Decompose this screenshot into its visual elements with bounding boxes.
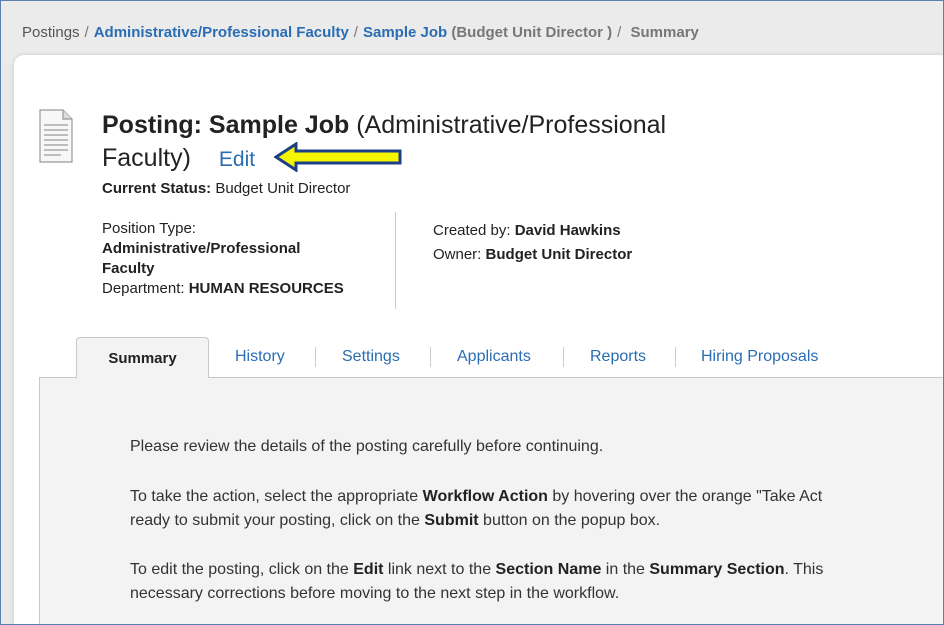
tab-settings[interactable]: Settings (342, 348, 400, 366)
details-divider (395, 212, 396, 309)
page-title: Posting: Sample Job (Administrative/Prof… (102, 109, 722, 176)
position-type-label: Position Type: (102, 220, 196, 237)
department-label: Department: (102, 280, 185, 297)
breadcrumb-job-link[interactable]: Sample Job (363, 24, 447, 41)
tab-history[interactable]: History (235, 348, 285, 366)
submit-text: Submit (424, 512, 479, 529)
position-type-value: Administrative/Professional Faculty (102, 240, 301, 277)
instruction-workflow: To take the action, select the appropria… (130, 485, 822, 533)
department-value: HUMAN RESOURCES (188, 280, 344, 297)
owner-label: Owner: (433, 246, 482, 263)
tab-reports[interactable]: Reports (590, 348, 646, 366)
title-prefix: Posting: Sample Job (102, 111, 350, 139)
status-value: Budget Unit Director (215, 180, 351, 197)
section-name-text: Section Name (495, 561, 602, 578)
tab-separator (563, 347, 564, 367)
created-by-label: Created by: (433, 222, 511, 239)
tab-separator (675, 347, 676, 367)
instruction-edit: To edit the posting, click on the Edit l… (130, 558, 823, 606)
document-icon (39, 109, 73, 163)
workflow-action-text: Workflow Action (422, 488, 548, 505)
screenshot-frame: Postings / Administrative/Professional Fac… (0, 0, 944, 625)
instruction-review: Please review the details of the posting… (130, 438, 604, 455)
created-by-value: David Hawkins (514, 222, 621, 239)
arrow-pointer-icon (274, 142, 402, 172)
current-status: Current Status: Budget Unit Director (102, 180, 350, 197)
text: ready to submit your posting, click on t… (130, 512, 425, 529)
text: To edit the posting, click on the (130, 561, 354, 578)
status-label: Current Status: (102, 180, 212, 197)
breadcrumb-root[interactable]: Postings (22, 24, 80, 41)
text: in the (601, 561, 650, 578)
text: by hovering over the orange "Take Act (547, 488, 823, 505)
breadcrumb-category-link[interactable]: Administrative/Professional Faculty (94, 24, 349, 41)
breadcrumb-current: Summary (630, 24, 699, 41)
summary-section-text: Summary Section (649, 561, 785, 578)
text: . This (784, 561, 824, 578)
owner-value: Budget Unit Director (485, 246, 633, 263)
tab-separator (430, 347, 431, 367)
title-suffix-line1: (Administrative/Professional (356, 111, 667, 139)
text: button on the popup box. (478, 512, 661, 529)
tab-hiring-proposals[interactable]: Hiring Proposals (701, 348, 818, 366)
edit-link[interactable]: Edit (219, 148, 255, 171)
edit-text: Edit (353, 561, 384, 578)
title-suffix-line2: Faculty) (102, 144, 191, 172)
tab-applicants[interactable]: Applicants (457, 348, 531, 366)
tab-separator (315, 347, 316, 367)
tab-summary[interactable]: Summary (76, 337, 209, 378)
posting-details-right: Created by: David Hawkins Owner: Budget … (433, 219, 632, 267)
breadcrumb-job-state: (Budget Unit Director ) (451, 24, 613, 41)
text: necessary corrections before moving to t… (130, 585, 620, 602)
posting-details-left: Position Type: Administrative/Profession… (102, 219, 382, 299)
text: link next to the (383, 561, 496, 578)
text: To take the action, select the appropria… (130, 488, 423, 505)
